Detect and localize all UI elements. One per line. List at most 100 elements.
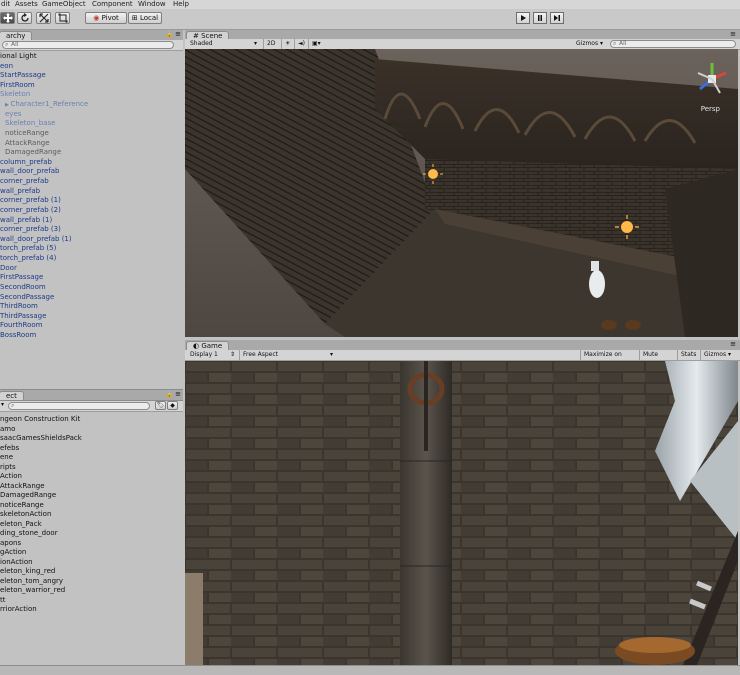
hierarchy-item[interactable]: FourthRoom <box>0 321 43 330</box>
pivot-toggle[interactable]: ◉ Pivot <box>85 12 127 24</box>
project-item[interactable]: ionAction <box>0 558 33 567</box>
aspect-dropdown[interactable]: Free Aspect ▾ <box>239 350 335 360</box>
hierarchy-item-label: Door <box>0 263 17 272</box>
scene-viewport[interactable]: Persp <box>185 49 738 337</box>
project-item[interactable]: apons <box>0 539 21 548</box>
rect-tool-button[interactable] <box>55 12 70 24</box>
project-item[interactable]: ripts <box>0 463 16 472</box>
hierarchy-item[interactable]: FirstRoom <box>0 81 35 90</box>
maximize-on-play-toggle[interactable]: Maximize on Play <box>580 350 638 368</box>
hierarchy-item[interactable]: wall_door_prefab <box>0 167 59 176</box>
project-item[interactable]: amo <box>0 425 15 434</box>
project-item[interactable]: AttackRange <box>0 482 45 491</box>
lighting-toggle-icon[interactable]: ☀ <box>281 39 293 49</box>
project-item[interactable]: skeletonAction <box>0 510 51 519</box>
tab-project[interactable]: ect <box>0 391 24 400</box>
orientation-gizmo[interactable] <box>692 59 732 99</box>
search-placeholder: All <box>11 41 19 48</box>
project-item[interactable]: Action <box>0 472 22 481</box>
game-viewport[interactable] <box>185 361 738 665</box>
hierarchy-item[interactable]: FirstPassage <box>0 273 43 282</box>
menu-window[interactable]: Window <box>138 0 166 9</box>
project-item[interactable]: saacGamesShieldsPack <box>0 434 82 443</box>
project-search-input[interactable]: ⌕ <box>8 402 150 410</box>
create-dropdown-icon[interactable]: ▾ <box>1 401 4 408</box>
hierarchy-item[interactable]: SecondRoom <box>0 283 46 292</box>
filter-type-button[interactable]: 🏷 <box>155 401 166 410</box>
hierarchy-item[interactable]: torch_prefab (4) <box>0 254 56 263</box>
hierarchy-item[interactable]: corner_prefab (1) <box>0 196 61 205</box>
project-item[interactable]: ding_stone_door <box>0 529 58 538</box>
lock-icon[interactable]: 🔒 <box>166 391 173 398</box>
hierarchy-item[interactable]: noticeRange <box>5 129 49 138</box>
lock-icon[interactable]: 🔒 <box>166 31 173 38</box>
hierarchy-item[interactable]: AttackRange <box>5 139 50 148</box>
hierarchy-item[interactable]: Skeleton_base <box>5 119 55 128</box>
mute-audio-toggle[interactable]: Mute audio <box>639 350 676 368</box>
hierarchy-item[interactable]: ThirdPassage <box>0 312 46 321</box>
local-toggle[interactable]: ⊞ Local <box>128 12 162 24</box>
move-tool-button[interactable] <box>0 12 15 24</box>
project-item[interactable]: tt <box>0 596 6 605</box>
hierarchy-item[interactable]: ThirdRoom <box>0 302 38 311</box>
hierarchy-item[interactable]: DamagedRange <box>5 148 61 157</box>
project-item[interactable]: rriorAction <box>0 605 37 614</box>
hierarchy-item-label: SecondPassage <box>0 292 55 301</box>
pause-button[interactable] <box>533 12 547 24</box>
hierarchy-item[interactable]: wall_prefab <box>0 187 40 196</box>
hierarchy-item[interactable]: wall_prefab (1) <box>0 216 52 225</box>
hierarchy-item[interactable]: Door <box>0 264 17 273</box>
menu-help[interactable]: Help <box>173 0 189 9</box>
hierarchy-item[interactable]: eyes <box>5 110 21 119</box>
effects-dropdown-icon[interactable]: ▣▾ <box>308 39 328 49</box>
play-button[interactable] <box>516 12 530 24</box>
tab-hierarchy[interactable]: archy <box>0 31 33 40</box>
hierarchy-item[interactable]: corner_prefab (2) <box>0 206 61 215</box>
filter-label-button[interactable]: ◆ <box>167 401 178 410</box>
hierarchy-item[interactable]: Skeleton <box>0 90 30 99</box>
panel-menu-icon[interactable]: ≡ <box>175 390 181 398</box>
hierarchy-item[interactable]: SecondPassage <box>0 293 54 302</box>
project-item[interactable]: gAction <box>0 548 26 557</box>
hierarchy-item[interactable]: ▶ Character1_Reference <box>5 100 88 109</box>
hierarchy-item[interactable]: StartPassage <box>0 71 46 80</box>
scale-tool-button[interactable] <box>36 12 51 24</box>
audio-toggle-icon[interactable]: ◄) <box>294 39 306 49</box>
menu-edit[interactable]: dit <box>1 0 10 9</box>
tab-game[interactable]: ◐ Game <box>186 341 230 350</box>
project-item[interactable]: eleton_tom_angry <box>0 577 63 586</box>
hierarchy-search-input[interactable]: ⌕ All <box>2 41 174 49</box>
stats-toggle[interactable]: Stats <box>677 350 699 360</box>
project-item[interactable]: efebs <box>0 444 19 453</box>
game-gizmos-dropdown[interactable]: Gizmos ▾ <box>700 350 736 360</box>
hierarchy-item[interactable]: eon <box>0 62 13 71</box>
projection-label[interactable]: Persp <box>701 105 720 113</box>
hierarchy-item[interactable]: corner_prefab (3) <box>0 225 61 234</box>
project-item[interactable]: eleton_warrior_red <box>0 586 65 595</box>
step-button[interactable] <box>550 12 564 24</box>
project-item[interactable]: eleton_Pack <box>0 520 42 529</box>
hierarchy-item[interactable]: column_prefab <box>0 158 52 167</box>
project-item[interactable]: eleton_king_red <box>0 567 55 576</box>
rotate-tool-button[interactable] <box>17 12 32 24</box>
gizmos-dropdown[interactable]: Gizmos ▾ <box>573 39 607 49</box>
shading-mode-dropdown[interactable]: Shaded ▾ <box>187 39 259 49</box>
display-dropdown[interactable]: Display 1 ⇕ <box>187 350 237 360</box>
project-item[interactable]: noticeRange <box>0 501 44 510</box>
hierarchy-item[interactable]: corner_prefab <box>0 177 49 186</box>
menu-assets[interactable]: Assets <box>15 0 38 9</box>
scene-search-input[interactable]: ⌕ All <box>610 40 736 48</box>
hierarchy-item[interactable]: torch_prefab (5) <box>0 244 56 253</box>
panel-menu-icon[interactable]: ≡ <box>730 340 736 348</box>
hierarchy-item[interactable]: BossRoom <box>0 331 36 340</box>
panel-menu-icon[interactable]: ≡ <box>175 30 181 38</box>
menu-component[interactable]: Component <box>92 0 133 9</box>
project-item[interactable]: DamagedRange <box>0 491 56 500</box>
menu-gameobject[interactable]: GameObject <box>42 0 86 9</box>
hierarchy-item[interactable]: wall_door_prefab (1) <box>0 235 72 244</box>
2d-toggle[interactable]: 2D <box>263 39 279 49</box>
panel-menu-icon[interactable]: ≡ <box>730 30 736 38</box>
project-item[interactable]: ngeon Construction Kit <box>0 415 80 424</box>
hierarchy-item[interactable]: ional Light <box>0 52 37 61</box>
project-item[interactable]: ene <box>0 453 13 462</box>
